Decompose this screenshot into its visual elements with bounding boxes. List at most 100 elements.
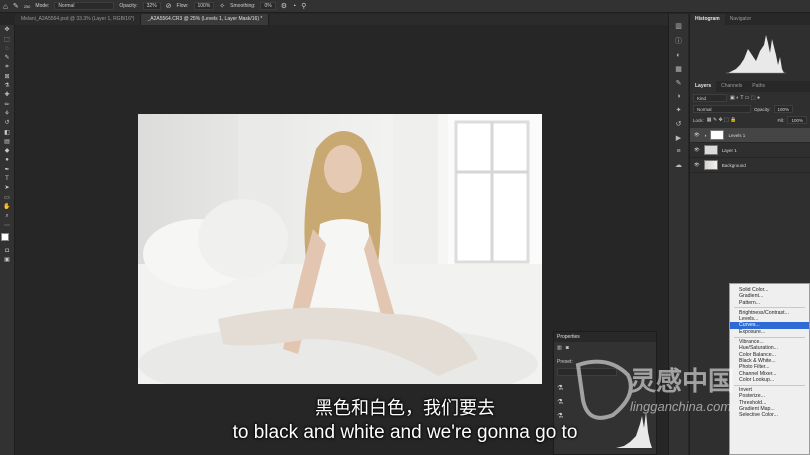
airbrush-icon[interactable]: ✧ bbox=[219, 2, 225, 10]
adjustments-panel-icon[interactable]: ◑ bbox=[676, 93, 680, 100]
home-icon[interactable]: ⌂ bbox=[3, 2, 8, 11]
dodge-tool-icon[interactable]: ● bbox=[3, 157, 11, 164]
zoom-tool-icon[interactable]: ⌕ bbox=[3, 213, 11, 220]
visibility-eye-icon[interactable]: 👁 bbox=[694, 132, 700, 138]
pressure-opacity-icon[interactable]: ⊘ bbox=[166, 2, 172, 10]
layer-opacity-field[interactable]: 100% bbox=[773, 105, 794, 113]
smoothing-field[interactable]: 0% bbox=[260, 2, 276, 10]
layer-filter-kind[interactable]: Kind bbox=[693, 94, 727, 102]
screen-mode-icon[interactable]: ▣ bbox=[3, 257, 11, 264]
document-tabs: Melani_A2A5564.psd @ 33.3% (Layer 1, RGB… bbox=[15, 14, 687, 25]
healing-brush-icon[interactable]: ✚ bbox=[3, 92, 11, 99]
shape-tool-icon[interactable]: ▭ bbox=[3, 195, 11, 202]
brush-tool-icon[interactable]: ✏ bbox=[3, 102, 11, 109]
mode-select[interactable]: Normal bbox=[54, 2, 115, 10]
opacity-field[interactable]: 32% bbox=[142, 2, 161, 10]
gradient-tool-icon[interactable]: ▤ bbox=[3, 139, 11, 146]
menu-item-exposure[interactable]: Exposure... bbox=[730, 329, 809, 335]
layer-filter-icons[interactable]: ▣ ◐ T ▭ ⬚ ● bbox=[730, 95, 760, 101]
marquee-tool-icon[interactable]: ⬚ bbox=[3, 37, 11, 44]
properties-panel-icon[interactable]: ≡ bbox=[676, 148, 680, 155]
styles-panel-icon[interactable]: ✦ bbox=[676, 106, 682, 114]
histogram-graph bbox=[726, 35, 786, 74]
layer-opacity-label: Opacity: bbox=[754, 106, 771, 112]
brush-size-value[interactable]: 250 bbox=[24, 4, 31, 9]
layer-row-background[interactable]: 👁 Background bbox=[690, 158, 810, 173]
fill-field[interactable]: 100% bbox=[787, 116, 807, 124]
color-swatches[interactable] bbox=[1, 232, 13, 245]
quick-mask-icon[interactable]: ◘ bbox=[3, 248, 11, 255]
menu-item-pattern[interactable]: Pattern... bbox=[730, 300, 809, 306]
foreground-color-swatch[interactable] bbox=[1, 232, 9, 241]
pen-tool-icon[interactable]: ✒ bbox=[3, 167, 11, 174]
type-tool-icon[interactable]: T bbox=[3, 176, 11, 183]
levels-icon[interactable]: ▥ bbox=[557, 345, 562, 351]
info-panel-icon[interactable]: ⓘ bbox=[675, 36, 682, 46]
options-bar: ⌂ ✎ 250 Mode: Normal Opacity: 32% ⊘ Flow… bbox=[0, 0, 810, 13]
hand-tool-icon[interactable]: ✋ bbox=[3, 204, 11, 211]
properties-title: Properties bbox=[554, 332, 656, 342]
brush-tool-icon[interactable]: ✎ bbox=[13, 2, 19, 10]
layer-mask-thumbnail[interactable] bbox=[710, 130, 725, 140]
photo-canvas-image[interactable] bbox=[138, 114, 542, 384]
flow-label: Flow: bbox=[176, 3, 189, 9]
lasso-tool-icon[interactable]: ◌ bbox=[3, 46, 11, 53]
photo-illustration bbox=[138, 114, 542, 384]
blur-tool-icon[interactable]: ◆ bbox=[3, 148, 11, 155]
blend-mode-select[interactable]: Normal bbox=[693, 105, 751, 113]
symmetry-icon[interactable]: ⚲ bbox=[301, 2, 306, 10]
layer-name[interactable]: Background bbox=[722, 163, 746, 168]
history-brush-icon[interactable]: ↺ bbox=[3, 120, 11, 127]
smoothing-label: Smoothing: bbox=[230, 3, 256, 9]
actions-panel-icon[interactable]: ▶ bbox=[676, 134, 681, 142]
layer-row-layer1[interactable]: 👁 Layer 1 bbox=[690, 143, 810, 158]
watermark-text-cn: 灵感中国 bbox=[630, 367, 735, 397]
flow-field[interactable]: 100% bbox=[193, 2, 215, 10]
color-panel-icon[interactable]: ◐ bbox=[676, 52, 680, 59]
angle-icon[interactable]: ◔ bbox=[292, 3, 296, 10]
tab-melani-psd[interactable]: Melani_A2A5564.psd @ 33.3% (Layer 1, RGB… bbox=[15, 14, 142, 25]
eraser-tool-icon[interactable]: ◧ bbox=[3, 130, 11, 137]
tab-histogram[interactable]: Histogram bbox=[690, 14, 725, 25]
layer-row-levels[interactable]: 👁 ◑ Levels 1 bbox=[690, 128, 810, 143]
tab-paths[interactable]: Paths bbox=[747, 81, 770, 92]
layers-controls: Kind ▣ ◐ T ▭ ⬚ ● Normal Opacity: 100% Lo… bbox=[690, 92, 810, 126]
gear-icon[interactable]: ⚙ bbox=[281, 2, 287, 10]
frame-tool-icon[interactable]: ⊠ bbox=[3, 74, 11, 81]
tab-cr3-levels[interactable]: _A2A5564.CR3 @ 25% (Levels 1, Layer Mask… bbox=[141, 14, 270, 25]
subtitle-english: to black and white and we're gonna go to bbox=[232, 422, 578, 443]
tab-navigator[interactable]: Navigator bbox=[725, 14, 756, 25]
eyedropper-tool-icon[interactable]: ⚗ bbox=[3, 83, 11, 90]
crop-tool-icon[interactable]: ⌗ bbox=[3, 64, 11, 71]
tab-layers[interactable]: Layers bbox=[690, 81, 717, 92]
history-panel-icon[interactable]: ↺ bbox=[676, 120, 682, 128]
layer-thumbnail[interactable] bbox=[703, 160, 718, 170]
visibility-eye-icon[interactable]: 👁 bbox=[694, 147, 700, 153]
brushes-panel-icon[interactable]: ✎ bbox=[676, 79, 682, 87]
quick-select-tool-icon[interactable]: ✎ bbox=[3, 55, 11, 62]
more-tools-icon[interactable]: ⋯ bbox=[3, 223, 11, 230]
move-tool-icon[interactable]: ✥ bbox=[3, 27, 11, 34]
path-select-icon[interactable]: ➤ bbox=[3, 185, 11, 192]
fill-label: Fill: bbox=[777, 117, 785, 123]
layers-list: 👁 ◑ Levels 1 👁 Layer 1 👁 Background bbox=[690, 128, 810, 173]
libraries-panel-icon[interactable]: ☁ bbox=[675, 161, 682, 169]
lock-label: Lock: bbox=[693, 117, 704, 123]
subtitle-chinese: 黑色和白色，我们要去 bbox=[315, 398, 495, 419]
histogram-panel-icon[interactable]: ▥ bbox=[675, 22, 682, 30]
layer-name[interactable]: Layer 1 bbox=[722, 148, 737, 153]
stamp-tool-icon[interactable]: ⚘ bbox=[3, 111, 11, 118]
layer-thumbnail[interactable] bbox=[703, 145, 718, 155]
visibility-eye-icon[interactable]: 👁 bbox=[694, 162, 700, 168]
swatches-panel-icon[interactable]: ▦ bbox=[675, 65, 682, 73]
mask-icon[interactable]: ◙ bbox=[566, 345, 569, 351]
adjustment-layer-icon: ◑ bbox=[703, 132, 707, 138]
layers-tabs: Layers Channels Paths bbox=[690, 81, 810, 92]
menu-separator bbox=[734, 336, 805, 338]
opacity-label: Opacity: bbox=[119, 3, 138, 9]
menu-separator bbox=[734, 307, 805, 309]
lock-icons[interactable]: ▦ ✎ ✥ ⬚ 🔒 bbox=[707, 117, 737, 123]
mode-label: Mode: bbox=[35, 3, 50, 9]
tab-channels[interactable]: Channels bbox=[716, 81, 747, 92]
layer-name[interactable]: Levels 1 bbox=[728, 133, 745, 138]
